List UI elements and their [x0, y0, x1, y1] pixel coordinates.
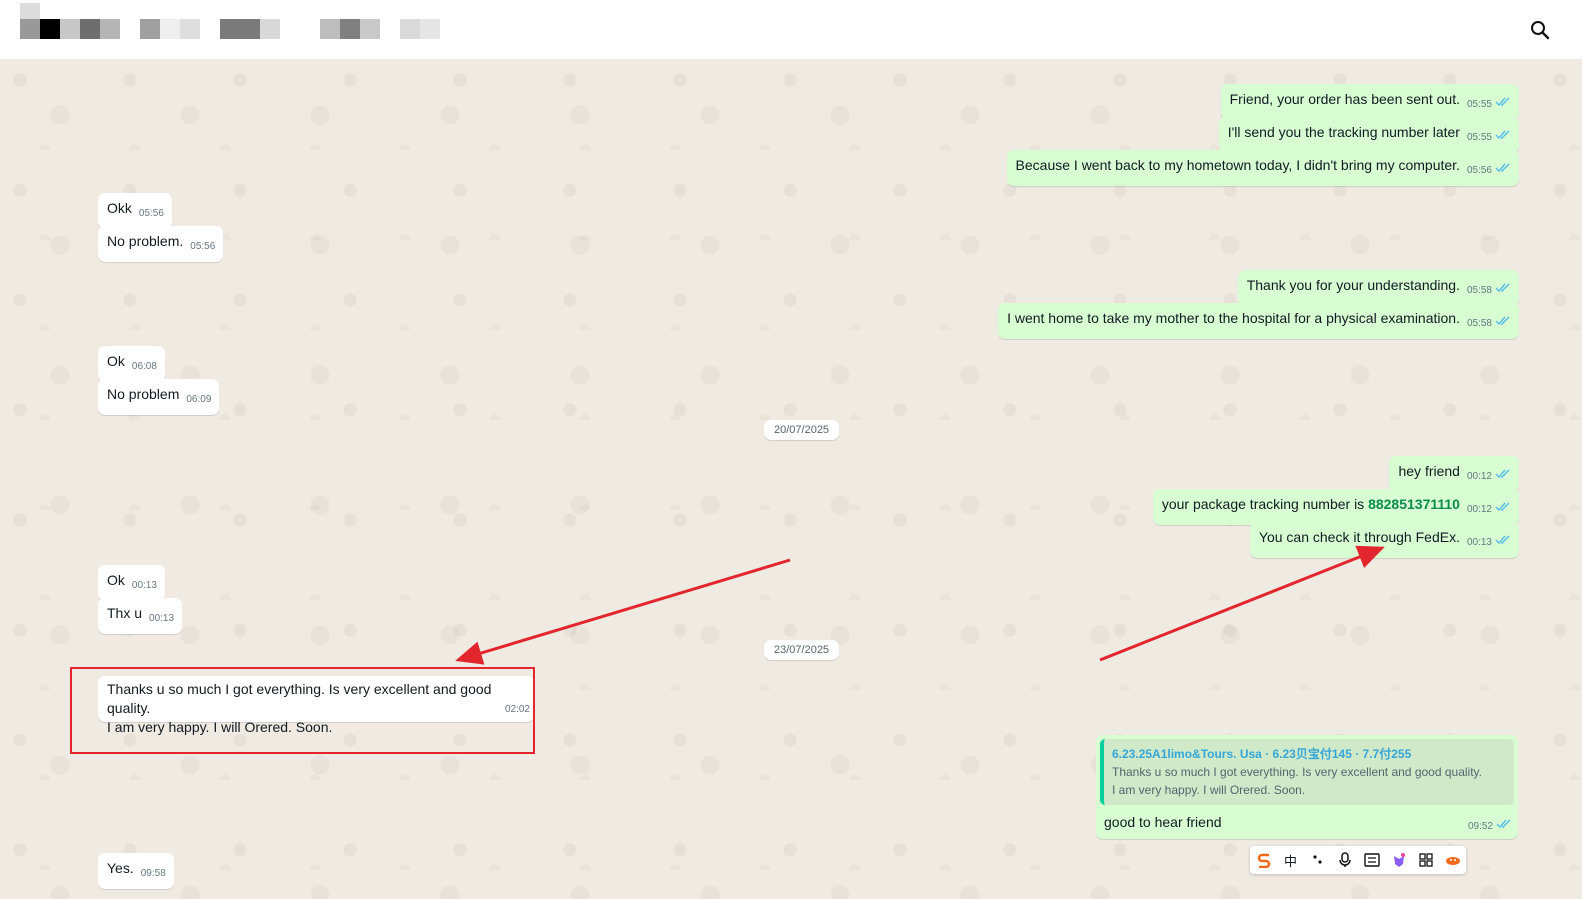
message-time: 00:12: [1466, 504, 1492, 515]
message-incoming[interactable]: Yes. 09:58: [98, 853, 174, 889]
message-text: Thank you for your understanding.: [1246, 277, 1460, 293]
message-text: your package tracking number is: [1161, 496, 1369, 512]
punctuation-icon[interactable]: [1307, 849, 1329, 871]
message-text: You can check it through FedEx.: [1258, 529, 1460, 545]
message-time: 05:55: [1466, 132, 1492, 143]
ime-toolbar: 中: [1250, 846, 1466, 874]
message-time: 00:13: [1466, 537, 1492, 548]
message-text: hey friend: [1398, 463, 1460, 479]
message-incoming[interactable]: Ok 00:13: [98, 565, 165, 601]
message-text: Okk: [107, 200, 132, 216]
message-incoming[interactable]: Okk 05:56: [98, 193, 172, 229]
message-time: 05:56: [190, 241, 216, 252]
message-text: I went home to take my mother to the hos…: [1007, 310, 1460, 326]
message-text: I'll send you the tracking number later: [1227, 124, 1460, 140]
message-text: Yes.: [107, 860, 134, 876]
message-outgoing[interactable]: You can check it through FedEx. 00:13: [1249, 522, 1519, 558]
read-receipt-icon: [1496, 815, 1512, 834]
message-text: Ok: [107, 572, 125, 588]
message-time: 00:12: [1466, 471, 1492, 482]
message-time: 09:58: [140, 868, 166, 879]
message-incoming[interactable]: No problem 06:09: [98, 379, 220, 415]
message-outgoing-reply[interactable]: 6.23.25A1limo&Tours. Usa · 6.23贝宝付145 · …: [1096, 735, 1518, 839]
chat-header: [0, 0, 1582, 60]
message-incoming[interactable]: No problem. 05:56: [98, 226, 224, 262]
read-receipt-icon: [1495, 93, 1511, 112]
read-receipt-icon: [1495, 465, 1511, 484]
mascot-icon[interactable]: [1442, 849, 1464, 871]
message-text: Friend, your order has been sent out.: [1229, 91, 1460, 107]
message-outgoing[interactable]: I'll send you the tracking number later 0…: [1218, 117, 1519, 153]
message-outgoing[interactable]: hey friend 00:12: [1389, 456, 1519, 492]
quoted-text-line: I am very happy. I will Orered. Soon.: [1112, 783, 1306, 797]
message-time: 05:55: [1466, 99, 1492, 110]
message-incoming[interactable]: Thx u 00:13: [98, 598, 183, 634]
read-receipt-icon: [1495, 126, 1511, 145]
message-time: 00:13: [131, 580, 157, 591]
message-time: 06:08: [131, 361, 157, 372]
toolbox-grid-icon[interactable]: [1415, 849, 1437, 871]
message-text: No problem.: [107, 233, 184, 249]
message-time-group: 09:52: [1461, 812, 1512, 836]
message-time: 06:09: [186, 394, 212, 405]
message-outgoing[interactable]: Friend, your order has been sent out. 05:…: [1220, 84, 1519, 120]
quoted-text-line: Thanks u so much I got everything. Is ve…: [1112, 765, 1482, 779]
annotation-highlight-box: [70, 667, 535, 754]
microphone-icon[interactable]: [1334, 849, 1356, 871]
message-text: good to hear friend: [1104, 814, 1222, 830]
message-outgoing[interactable]: Thank you for your understanding. 05:58: [1237, 270, 1519, 306]
message-time: 00:13: [149, 613, 175, 624]
contact-name-redacted[interactable]: [20, 3, 440, 41]
read-receipt-icon: [1495, 159, 1511, 178]
keyboard-icon[interactable]: [1361, 849, 1383, 871]
read-receipt-icon: [1495, 531, 1511, 550]
tracking-number-link[interactable]: 882851371110: [1368, 496, 1460, 512]
search-icon[interactable]: [1528, 18, 1552, 42]
message-text: No problem: [107, 386, 180, 402]
message-time: 05:58: [1466, 285, 1492, 296]
message-outgoing[interactable]: I went home to take my mother to the hos…: [998, 303, 1519, 339]
message-time: 09:52: [1467, 821, 1493, 832]
quoted-message[interactable]: 6.23.25A1limo&Tours. Usa · 6.23贝宝付145 · …: [1100, 739, 1514, 805]
date-separator: 20/07/2025: [764, 420, 840, 440]
message-incoming[interactable]: Ok 06:08: [98, 346, 165, 382]
message-text: Because I went back to my hometown today…: [1015, 157, 1460, 173]
date-separator: 23/07/2025: [764, 640, 840, 660]
message-time: 05:56: [1466, 165, 1492, 176]
chinese-mode-toggle[interactable]: 中: [1280, 849, 1302, 871]
message-outgoing[interactable]: Because I went back to my hometown today…: [1006, 150, 1519, 186]
message-text: Ok: [107, 353, 125, 369]
message-time: 05:58: [1466, 318, 1492, 329]
skin-icon[interactable]: [1388, 849, 1410, 871]
quoted-author: 6.23.25A1limo&Tours. Usa · 6.23贝宝付145 · …: [1112, 747, 1412, 761]
sogou-logo-icon[interactable]: [1253, 849, 1275, 871]
message-text: Thx u: [107, 605, 143, 621]
message-outgoing[interactable]: your package tracking number is 88285137…: [1152, 489, 1519, 525]
read-receipt-icon: [1495, 312, 1511, 331]
read-receipt-icon: [1495, 279, 1511, 298]
message-time: 05:56: [138, 208, 164, 219]
read-receipt-icon: [1495, 498, 1511, 517]
